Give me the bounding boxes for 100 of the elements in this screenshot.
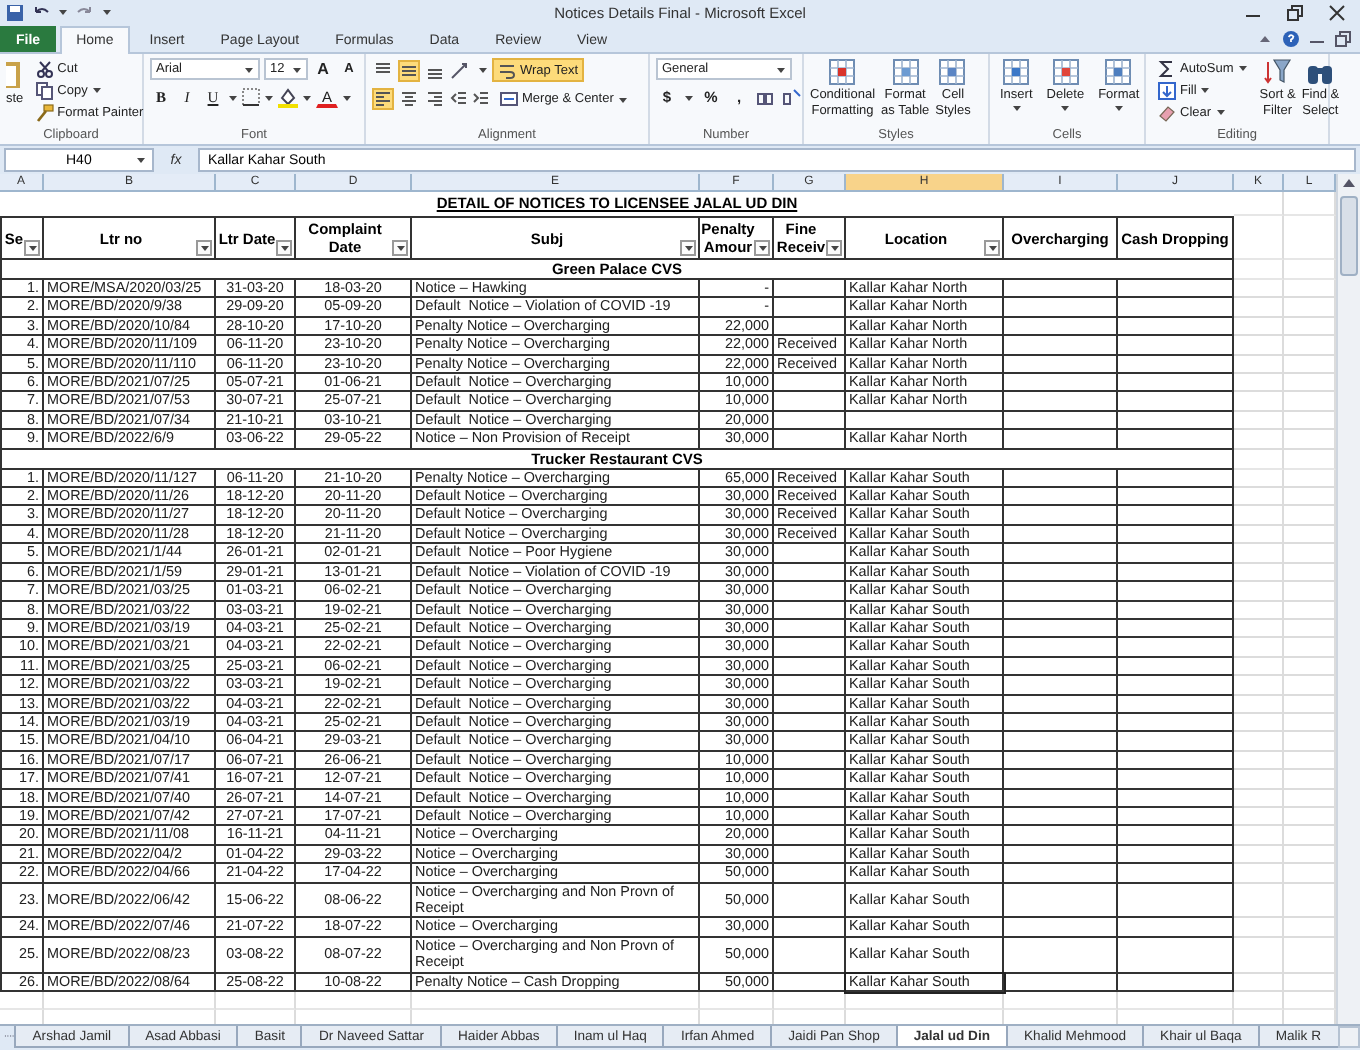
align-center-button[interactable] <box>398 88 420 110</box>
empty-cell <box>1118 469 1234 489</box>
empty-cell <box>774 317 846 337</box>
save-icon[interactable] <box>6 3 24 21</box>
empty-cell <box>1234 770 1284 790</box>
empty-cell <box>774 695 846 714</box>
caret-icon <box>136 156 146 164</box>
empty-cell <box>1118 374 1234 393</box>
help-icon[interactable] <box>1282 30 1300 48</box>
empty-cell <box>1234 506 1284 526</box>
empty-cell <box>1118 280 1234 299</box>
caret-icon <box>91 86 102 94</box>
empty-cell <box>1118 883 1234 919</box>
empty-cell <box>1234 374 1284 393</box>
vertical-scrollbar[interactable] <box>1336 174 1360 1024</box>
caret-icon <box>58 8 68 16</box>
empty-cell <box>0 992 44 1011</box>
filter-button[interactable] <box>754 240 770 256</box>
empty-cell <box>1118 751 1234 771</box>
empty-cell <box>1234 392 1284 412</box>
empty-cell <box>774 751 846 771</box>
empty-cell <box>774 392 846 412</box>
caret-icon <box>683 244 693 252</box>
empty-cell <box>1234 582 1284 601</box>
empty-cell <box>1234 992 1284 1011</box>
empty-cell <box>1118 582 1234 601</box>
caret-icon <box>199 244 209 252</box>
empty-cell <box>774 770 846 790</box>
empty-cell <box>1234 525 1284 545</box>
filter-button[interactable] <box>276 240 292 256</box>
empty-cell <box>1004 317 1118 337</box>
empty-cell <box>774 713 846 733</box>
empty-cell <box>1234 336 1284 356</box>
empty-cell <box>774 601 846 620</box>
empty-cell <box>1234 601 1284 620</box>
decrease-indent-icon <box>450 90 468 108</box>
empty-cell <box>774 544 846 564</box>
empty-cell <box>1118 601 1234 620</box>
empty-cell <box>774 411 846 431</box>
empty-cell <box>774 638 846 658</box>
restore-icon[interactable] <box>1334 30 1352 48</box>
scroll-thumb[interactable] <box>1340 196 1358 276</box>
empty-cell <box>1118 992 1234 1011</box>
caret-icon <box>1237 64 1248 72</box>
empty-cell <box>700 992 774 1011</box>
align-middle-button[interactable] <box>398 59 420 81</box>
align-top-icon <box>374 61 392 79</box>
empty-cell <box>774 676 846 696</box>
filter-button[interactable] <box>984 240 1000 256</box>
grow-font-button[interactable]: A <box>312 58 334 80</box>
empty-cell <box>1234 918 1284 938</box>
caret-icon <box>264 93 274 101</box>
empty-cell <box>774 430 846 450</box>
empty-cell <box>1004 355 1118 375</box>
close-icon[interactable] <box>1328 3 1346 21</box>
empty-cell <box>1234 469 1284 489</box>
empty-cell <box>1234 845 1284 865</box>
empty-cell <box>1118 713 1234 733</box>
restore-icon[interactable] <box>1286 3 1304 21</box>
empty-cell <box>774 582 846 601</box>
empty-cell <box>1234 619 1284 639</box>
filter-button[interactable] <box>196 240 212 256</box>
increase-indent-icon <box>472 90 490 108</box>
align-right-button[interactable] <box>424 88 446 110</box>
empty-cell <box>1118 695 1234 714</box>
empty-cell <box>1004 713 1118 733</box>
empty-cell <box>1234 317 1284 337</box>
empty-cell <box>1234 355 1284 375</box>
empty-cell <box>1234 751 1284 771</box>
empty-cell <box>774 619 846 639</box>
caret-icon <box>27 244 37 252</box>
empty-cell <box>296 992 412 1011</box>
empty-cell <box>1118 973 1234 993</box>
caret-icon <box>757 244 767 252</box>
empty-cell <box>1004 298 1118 318</box>
horizontal-scrollbar[interactable] <box>1337 1026 1360 1048</box>
empty-cell <box>774 937 846 974</box>
empty-cell <box>774 883 846 919</box>
empty-cell <box>1118 638 1234 658</box>
empty-cell <box>1004 430 1118 450</box>
filter-button[interactable] <box>24 240 40 256</box>
empty-cell <box>1004 676 1118 696</box>
empty-cell <box>1234 864 1284 884</box>
align-left-button[interactable] <box>372 88 394 110</box>
empty-cell <box>1234 488 1284 507</box>
caret-icon <box>102 8 112 16</box>
empty-cell <box>1234 563 1284 583</box>
empty-cell <box>1118 336 1234 356</box>
filter-button[interactable] <box>680 240 696 256</box>
empty-cell <box>1118 355 1234 375</box>
empty-cell <box>1004 411 1118 431</box>
empty-cell <box>1234 216 1284 260</box>
empty-cell <box>1234 807 1284 827</box>
fill-color-icon <box>278 87 298 107</box>
empty-cell <box>1118 937 1234 974</box>
filter-button[interactable] <box>826 240 842 256</box>
empty-cell <box>774 807 846 827</box>
filter-button[interactable] <box>392 240 408 256</box>
caret-icon <box>829 244 839 252</box>
empty-cell <box>1234 411 1284 431</box>
